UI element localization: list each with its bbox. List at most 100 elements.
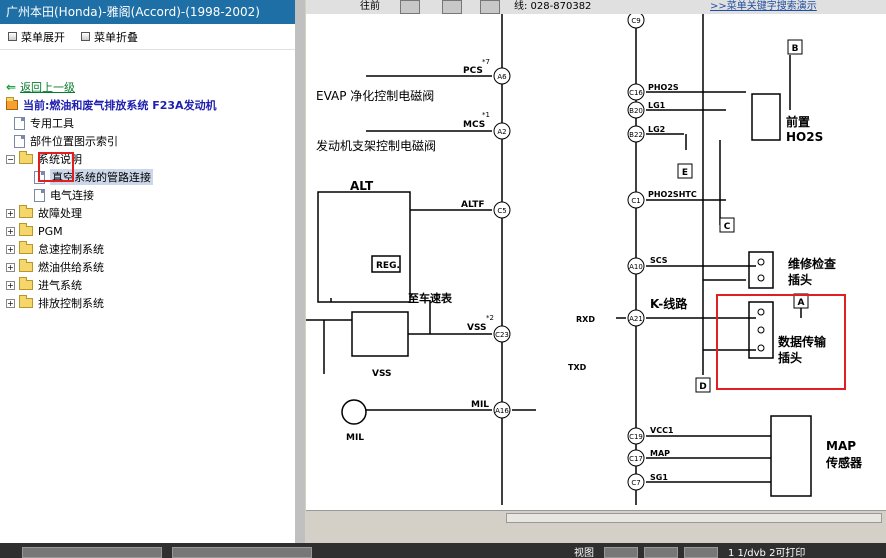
folder-icon [19,259,33,272]
terminal-label: E [682,168,688,178]
pin-label: VCC1 [650,426,674,435]
pin-label: RXD [576,315,595,324]
pin-label: LG2 [648,125,665,134]
folder-icon [19,295,33,308]
pin-label: MCS [463,120,485,130]
collapse-node-icon[interactable]: − [6,154,15,164]
expand-node-icon[interactable]: + [6,280,15,290]
view-button-1[interactable] [604,547,638,558]
diagram-label: EVAP 净化控制电磁阀 [316,88,434,103]
pin-id: A6 [497,73,507,81]
collapse-icon [81,32,90,41]
status-button-2[interactable] [172,547,312,558]
tree-item-pgm[interactable]: + PGM [6,222,217,240]
superscript: *2 [486,314,494,322]
pin-label: MAP [650,449,670,458]
pin-label: SCS [650,256,668,265]
pin-label: MIL [471,400,489,410]
pin-id: C9 [631,17,640,25]
tree-item-emission[interactable]: + 排放控制系统 [6,294,217,312]
tree-item-tools[interactable]: 专用工具 [6,114,217,132]
expand-icon [8,32,17,41]
diagram-label: 发动机支架控制电磁阀 [316,138,436,153]
diagram-label: MAP [826,439,856,453]
pin-id: C23 [495,331,509,339]
folder-icon [19,241,33,254]
view-label: 视图 [574,548,594,558]
folder-open-icon [19,151,33,164]
pin-id: C17 [629,455,643,463]
folder-icon [19,205,33,218]
nav-tree: ⇐ 返回上一级 当前:燃油和废气排放系统 F23A发动机 专用工具 部件位置图示… [6,78,217,312]
diagram-viewer: EVAP 净化控制电磁阀 发动机支架控制电磁阀 ALT REG. 至车速表 VS… [306,0,886,510]
terminal-label: B [792,44,799,54]
search-demo-link[interactable]: >>菜单关键字搜索演示 [710,0,817,12]
status-button-1[interactable] [22,547,162,558]
highlight-box [38,152,74,182]
back-arrow-icon: ⇐ [6,80,17,94]
superscript: *1 [482,111,490,119]
pin-label: PCS [463,66,483,76]
pin-id: C1 [631,197,640,205]
pin-id: C16 [629,89,643,97]
toolbar-button-3[interactable] [480,0,500,14]
superscript: *7 [482,58,490,66]
view-button-2[interactable] [644,547,678,558]
diagram-label: 至车速表 [408,291,453,305]
pin-id: A2 [497,128,506,136]
pin-id: C19 [629,433,643,441]
pin-id: C7 [631,479,640,487]
tree-item-location-index[interactable]: 部件位置图示索引 [6,132,217,150]
pin-id: A10 [629,263,643,271]
menu-toolbar: 菜单展开 菜单折叠 [0,24,299,50]
pin-label: PHO2SHTC [648,190,697,199]
view-button-3[interactable] [684,547,718,558]
folder-icon [19,223,33,236]
diagram-label: 插头 [778,350,802,365]
tree-item-idle-control[interactable]: + 怠速控制系统 [6,240,217,258]
tree-item-electrical[interactable]: 电气连接 [6,186,217,204]
diagram-label: 前置 [786,114,810,129]
terminal-label: A [798,298,805,308]
scrollbar-thumb[interactable] [506,513,882,523]
back-link[interactable]: ⇐ 返回上一级 [6,78,217,96]
pin-id: A21 [629,315,643,323]
wiring-diagram: EVAP 净化控制电磁阀 发动机支架控制电磁阀 ALT REG. 至车速表 VS… [306,0,863,505]
status-text: 1 1/dvb 2可打印 [728,548,806,558]
tree-item-troubleshooting[interactable]: + 故障处理 [6,204,217,222]
diagram-label: VSS [372,369,392,379]
collapse-menu-button[interactable]: 菜单折叠 [81,29,138,45]
tree-item-fuel-supply[interactable]: + 燃油供给系统 [6,258,217,276]
expand-node-icon[interactable]: + [6,208,15,218]
toolbar-text: 线: 028-870382 [514,1,592,12]
toolbar-button-1[interactable] [400,0,420,14]
document-icon [14,116,25,130]
expand-menu-button[interactable]: 菜单展开 [8,29,65,45]
diagram-label: HO2S [786,130,823,144]
window-title: 广州本田(Honda)-雅阁(Accord)-(1998-2002) [0,0,299,24]
expand-node-icon[interactable]: + [6,298,15,308]
pin-id: B20 [629,107,643,115]
pin-label: TXD [568,363,587,372]
terminal-label: D [699,382,706,392]
nav-scrollbar[interactable] [295,0,305,543]
tree-item-intake[interactable]: + 进气系统 [6,276,217,294]
document-icon [34,188,45,202]
diagram-horizontal-scrollbar[interactable] [306,510,886,524]
pin-label: ALTF [461,200,485,210]
diagram-label: 传感器 [825,455,863,470]
expand-node-icon[interactable]: + [6,226,15,236]
expand-node-icon[interactable]: + [6,262,15,272]
folder-icon [6,97,18,110]
expand-node-icon[interactable]: + [6,244,15,254]
toolbar-text: 往前 [360,1,380,12]
pin-id: A16 [495,407,509,415]
status-bar: 视图 1 1/dvb 2可打印 [0,543,886,558]
diagram-label: K-线路 [650,296,688,311]
pin-label: VSS [467,323,487,333]
nav-panel: 广州本田(Honda)-雅阁(Accord)-(1998-2002) 菜单展开 … [0,0,300,543]
viewer-toolbar: 往前 线: 028-870382 >>菜单关键字搜索演示 [306,0,886,14]
pin-label: SG1 [650,473,668,482]
toolbar-button-2[interactable] [442,0,462,14]
pin-id: B22 [629,131,643,139]
